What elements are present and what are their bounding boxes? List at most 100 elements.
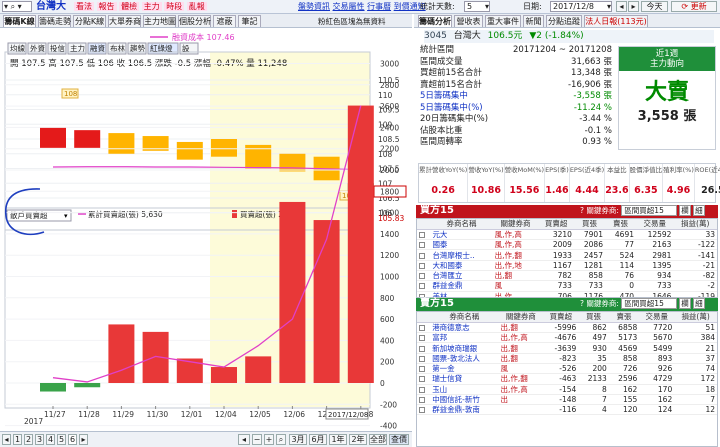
stat-label: 買超前15名合計: [420, 68, 482, 79]
sell-detail-button[interactable]: 細: [693, 298, 705, 309]
tab-stock-analysis[interactable]: 個股分析: [178, 15, 211, 27]
tab-news[interactable]: 新聞: [523, 15, 544, 27]
tab-revenue[interactable]: 營收表: [454, 15, 483, 27]
table-row[interactable]: 元大 風,作,高 3210 7901 4691 12592 33: [417, 229, 717, 241]
table-row[interactable]: 美林 出,作 706 1176 470 1646 -119: [417, 291, 717, 297]
tab-chip-trend[interactable]: 籌碼走勢: [38, 15, 71, 27]
tab-chip-kline[interactable]: 籌碼K線: [3, 15, 36, 27]
page-4[interactable]: 4: [46, 434, 55, 445]
today-button[interactable]: 今天: [641, 1, 668, 12]
table-row[interactable]: 群益金鼎風 733 733 0 733 -2: [417, 280, 717, 292]
link-market-info[interactable]: 盤勢資訊: [298, 2, 330, 11]
calendar-dropdown-icon: ▾: [606, 2, 611, 11]
top-link-view[interactable]: 看法: [74, 2, 94, 11]
sell-broker-select[interactable]: 區間買超15: [621, 298, 677, 309]
top-link-major[interactable]: 主力: [141, 2, 162, 11]
year-label: 2017: [24, 417, 43, 426]
table-row[interactable]: 台灣匯立 出,翻 782 858 76 934 -82: [417, 270, 717, 282]
fin-cell: 股價淨值比 6.35: [630, 164, 664, 202]
volume-tick: 1800: [380, 187, 399, 196]
verdict-amount: 3,558 張: [637, 109, 697, 124]
buy-col-button[interactable]: 欄: [679, 205, 691, 216]
row-checkbox[interactable]: [419, 366, 425, 373]
range-2y[interactable]: 2年: [349, 434, 367, 445]
row-checkbox[interactable]: [419, 397, 425, 404]
top-link-report[interactable]: 報告: [96, 2, 117, 11]
row-checkbox[interactable]: [419, 376, 425, 383]
row-checkbox[interactable]: [419, 324, 425, 331]
row-checkbox[interactable]: [419, 407, 425, 414]
table-row[interactable]: 富邦 出,作,高 -4676 497 5173 5670 384: [417, 332, 717, 344]
date-input[interactable]: 2017/12/8 ▾: [550, 1, 612, 12]
prev-date-button[interactable]: ◂: [616, 1, 627, 12]
row-checkbox[interactable]: [419, 231, 425, 238]
top-link-period[interactable]: 時段: [164, 2, 185, 11]
buy-detail-button[interactable]: 細: [693, 205, 705, 216]
link-trade-attr[interactable]: 交易屬性: [333, 2, 365, 11]
stat-value: 31,663 張: [571, 56, 612, 67]
tab-chip-analysis[interactable]: 籌碼分析: [418, 15, 452, 27]
zoom-out-button[interactable]: −: [252, 434, 262, 445]
cursor-date: 2017/12/08: [328, 411, 368, 419]
row-checkbox[interactable]: [419, 252, 425, 259]
sell-col-button[interactable]: 欄: [679, 298, 691, 309]
table-row[interactable]: 第一金風 -526 200 726 926 74: [417, 363, 717, 375]
row-checkbox[interactable]: [419, 335, 425, 342]
page-prev-button[interactable]: ◂: [2, 434, 11, 445]
page-6[interactable]: 6: [68, 434, 77, 445]
range-all[interactable]: 全部: [369, 434, 387, 445]
stat-days-select[interactable]: 5 ▾: [464, 1, 490, 12]
chip-kline-chart[interactable]: 融資成本 107.46 均線 外資 投信 主力 融資 布林 趨勢 紅綠燈設 開 107.5 高…: [0, 28, 412, 432]
candle: [176, 141, 203, 160]
table-row[interactable]: 玉山 出,作,高 -154 8 162 170 18: [417, 384, 717, 395]
row-checkbox[interactable]: [419, 242, 425, 249]
quote-button[interactable]: 查價: [389, 434, 409, 445]
page-1[interactable]: 1: [13, 434, 22, 445]
top-link-chaos[interactable]: 亂報: [186, 2, 207, 11]
tab-branch-track[interactable]: 分點追蹤: [546, 15, 582, 27]
table-row[interactable]: 台灣摩根士.. 出,作,翻 1933 2457 524 2981 -141: [417, 249, 717, 261]
row-checkbox[interactable]: [419, 345, 425, 352]
page-3[interactable]: 3: [35, 434, 44, 445]
table-row[interactable]: 群益金鼎-敦南 -116 4 120 124 12: [417, 404, 717, 416]
update-button[interactable]: ⟳ 更新: [671, 1, 717, 12]
stock-name[interactable]: 台灣大: [36, 0, 66, 13]
table-row[interactable]: 瑞士信貸 出,作,翻 -463 2133 2596 4729 172: [417, 373, 717, 385]
buy-controls: ? 關鍵券商: 區間買超15 欄 細: [580, 205, 705, 216]
zoom-in-button[interactable]: +: [264, 434, 274, 445]
table-row[interactable]: 大和國泰 出,作,地 1167 1281 114 1395 -21: [417, 260, 717, 271]
volume-tick: 0: [380, 379, 385, 388]
date-label: 12/04: [215, 410, 237, 419]
tab-branch-kline[interactable]: 分點K線: [73, 15, 106, 27]
row-checkbox[interactable]: [419, 355, 425, 362]
table-row[interactable]: 新加坡商瑞銀 出,翻 -3639 930 4569 5499 21: [417, 342, 717, 354]
scroll-left-button[interactable]: ◂: [238, 434, 250, 445]
page-next-button[interactable]: ▸: [79, 434, 88, 445]
page-5[interactable]: 5: [57, 434, 66, 445]
tab-big-broker[interactable]: 大單券商: [108, 15, 141, 27]
table-row[interactable]: 國票-敦北法人 出,翻 -823 35 858 893 37: [417, 353, 717, 364]
next-date-button[interactable]: ▸: [628, 1, 639, 12]
top-link-checkup[interactable]: 體檢: [119, 2, 140, 11]
range-3m[interactable]: 3月: [289, 434, 307, 445]
row-checkbox[interactable]: [419, 283, 425, 290]
table-row[interactable]: 中國信託-新竹出 -148 7 155 162 7: [417, 394, 717, 406]
page-2[interactable]: 2: [24, 434, 33, 445]
table-row[interactable]: 國泰 風,作,高 2009 2086 77 2163 -122: [417, 239, 717, 251]
range-6m[interactable]: 6月: [309, 434, 327, 445]
row-checkbox[interactable]: [419, 386, 425, 393]
stock-dropdown[interactable]: ▾ ⌕ ▾: [2, 1, 32, 12]
tab-notes[interactable]: 筆記: [238, 15, 261, 27]
link-calendar[interactable]: 行事曆: [367, 2, 391, 11]
tab-inst-daily[interactable]: 法人日報(113元): [584, 15, 648, 27]
tab-major-map[interactable]: 主力地圖: [143, 15, 176, 27]
table-row[interactable]: 港商德意志 出,翻 -5996 862 6858 7720 51: [417, 322, 717, 334]
buy-broker-select[interactable]: 區間買超15: [621, 205, 677, 216]
zoom-search-icon[interactable]: ⌕: [276, 434, 286, 445]
stat-label: 5日籌碼集中(%): [420, 102, 483, 113]
row-checkbox[interactable]: [419, 273, 425, 280]
row-checkbox[interactable]: [419, 262, 425, 269]
range-1y[interactable]: 1年: [329, 434, 347, 445]
tab-mask[interactable]: 遮蔽: [213, 15, 236, 27]
tab-events[interactable]: 重大事件: [485, 15, 521, 27]
